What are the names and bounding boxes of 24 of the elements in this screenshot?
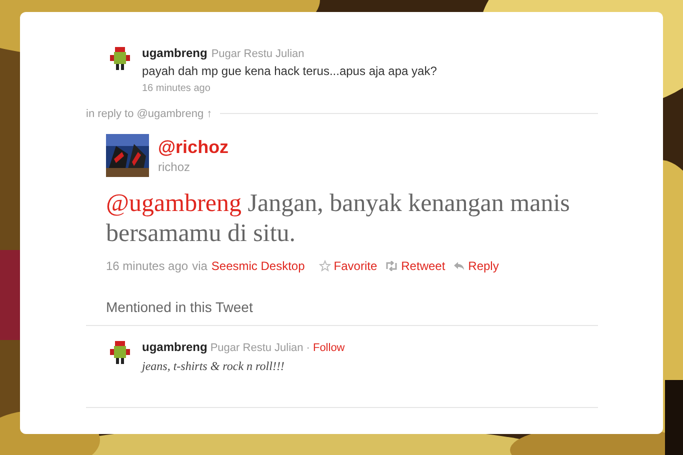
favorite-link[interactable]: Favorite: [318, 257, 378, 275]
tweet-text: payah dah mp gue kena hack terus...apus aja apa yak?: [142, 62, 437, 78]
via-label: via: [192, 258, 208, 275]
reply-link[interactable]: Reply: [453, 257, 499, 275]
tweet-text: @ugambreng Jangan, banyak kenangan manis bersamamu di situ.: [106, 189, 571, 249]
timestamp[interactable]: 16 minutes ago: [106, 257, 188, 275]
user-handle[interactable]: @richoz: [158, 136, 229, 158]
username[interactable]: ugambreng: [142, 338, 208, 356]
mention-link[interactable]: @ugambreng: [106, 190, 242, 217]
full-name: Pugar Restu Julian: [211, 47, 304, 62]
timestamp[interactable]: 16 minutes ago: [142, 80, 437, 96]
section-heading: Mentioned in this Tweet: [105, 298, 254, 317]
retweet-icon: [385, 261, 398, 271]
star-icon: [318, 260, 331, 272]
in-reply-to-link[interactable]: in reply to @ugambreng ↑: [86, 106, 212, 122]
username[interactable]: ugambreng: [142, 44, 208, 62]
source-link[interactable]: Seesmic Desktop: [211, 257, 305, 275]
follow-link[interactable]: Follow: [312, 340, 345, 356]
retweet-link[interactable]: Retweet: [385, 257, 446, 275]
user-bio: jeans, t-shirts & rock n roll!!!: [142, 358, 286, 374]
separator: ·: [306, 341, 310, 356]
reply-icon: [453, 261, 466, 271]
full-name: Pugar Restu Julian: [210, 341, 304, 356]
user-name: richoz: [158, 159, 192, 176]
